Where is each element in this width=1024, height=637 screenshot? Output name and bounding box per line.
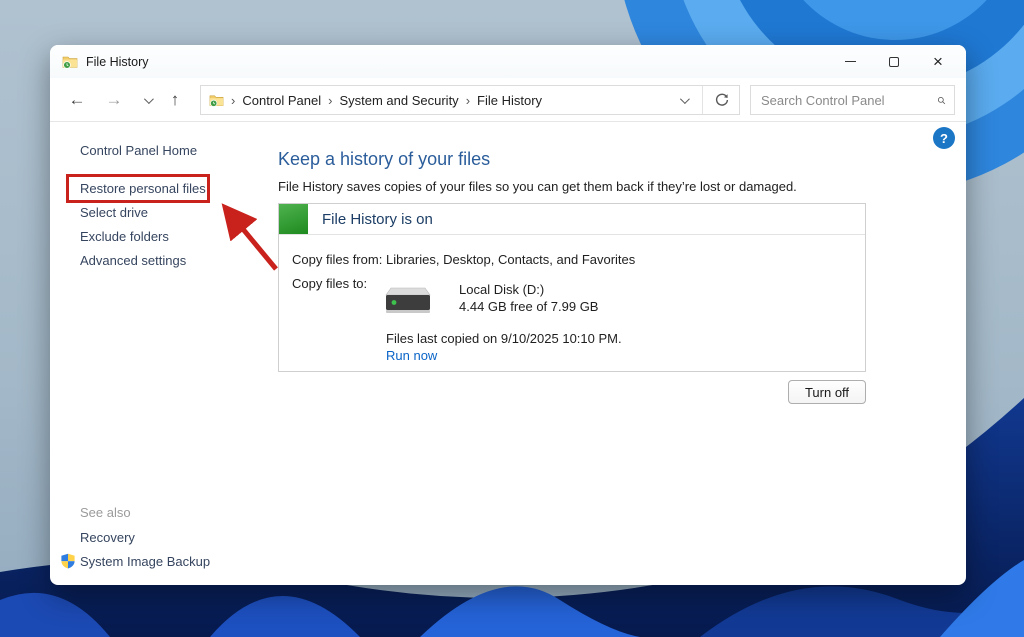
last-copied-text: Files last copied on 9/10/2025 10:10 PM.: [386, 331, 622, 346]
drive-name: Local Disk (D:): [459, 282, 545, 297]
sidebar-item-exclude-folders[interactable]: Exclude folders: [80, 229, 169, 244]
breadcrumb-separator: ›: [231, 92, 236, 108]
status-on-indicator: [279, 204, 308, 234]
status-header: File History is on: [279, 204, 865, 235]
file-history-window: File History × ← → ↑ › Control Panel › S…: [50, 45, 966, 585]
navigation-bar: ← → ↑ › Control Panel › System and Secur…: [50, 78, 966, 122]
sidebar-item-select-drive[interactable]: Select drive: [80, 205, 148, 220]
title-bar: File History ×: [50, 45, 966, 78]
close-button[interactable]: ×: [916, 47, 960, 77]
address-dropdown-button[interactable]: [670, 87, 696, 113]
breadcrumb-system-and-security[interactable]: System and Security: [339, 93, 458, 108]
breadcrumb-control-panel[interactable]: Control Panel: [242, 93, 321, 108]
drive-space: 4.44 GB free of 7.99 GB: [459, 299, 599, 314]
help-button[interactable]: ?: [933, 127, 955, 149]
breadcrumb-separator: ›: [328, 92, 333, 108]
up-button[interactable]: ↑: [162, 87, 188, 113]
turn-off-button[interactable]: Turn off: [788, 380, 866, 404]
address-bar[interactable]: › Control Panel › System and Security › …: [200, 85, 740, 115]
minimize-icon: [844, 61, 856, 62]
recent-pages-button[interactable]: [134, 87, 160, 113]
chevron-down-icon: [143, 93, 154, 104]
back-arrow-icon: ←: [68, 90, 86, 109]
annotation-highlight-box: [66, 174, 210, 203]
address-folder-icon: [209, 95, 224, 107]
status-title: File History is on: [322, 210, 433, 228]
sidebar-item-system-image-backup[interactable]: System Image Backup: [80, 554, 210, 569]
file-history-status-panel: File History is on Copy files from: Libr…: [278, 203, 866, 372]
window-title: File History: [86, 54, 149, 69]
minimize-button[interactable]: [828, 47, 872, 77]
search-icon[interactable]: [937, 93, 946, 108]
breadcrumb-file-history[interactable]: File History: [477, 93, 542, 108]
close-icon: ×: [933, 52, 943, 71]
hard-drive-icon: [385, 287, 431, 313]
chevron-down-icon: [679, 93, 690, 104]
sidebar-item-recovery[interactable]: Recovery: [80, 530, 135, 545]
copy-to-label: Copy files to:: [292, 276, 368, 291]
forward-arrow-icon: →: [105, 90, 123, 109]
maximize-button[interactable]: [872, 47, 916, 77]
breadcrumb-separator: ›: [465, 92, 471, 108]
file-history-icon: [62, 56, 78, 69]
desktop: File History × ← → ↑ › Control Panel › S…: [0, 0, 1024, 637]
up-arrow-icon: ↑: [170, 90, 180, 109]
sidebar-item-control-panel-home[interactable]: Control Panel Home: [80, 143, 197, 158]
divider: [702, 86, 703, 114]
uac-shield-icon: [61, 553, 75, 569]
search-box: [750, 85, 955, 115]
page-description: File History saves copies of your files …: [278, 179, 797, 194]
copy-from-label: Copy files from:: [292, 252, 383, 267]
search-input[interactable]: [761, 92, 937, 108]
maximize-icon: [889, 56, 899, 67]
copy-from-value: Libraries, Desktop, Contacts, and Favori…: [386, 252, 636, 267]
refresh-button[interactable]: [709, 92, 735, 108]
forward-button[interactable]: →: [101, 87, 127, 113]
back-button[interactable]: ←: [64, 87, 90, 113]
run-now-link[interactable]: Run now: [386, 348, 437, 363]
sidebar-item-advanced-settings[interactable]: Advanced settings: [80, 253, 186, 268]
see-also-heading: See also: [80, 505, 131, 520]
page-title: Keep a history of your files: [278, 149, 491, 169]
refresh-icon: [715, 93, 729, 106]
